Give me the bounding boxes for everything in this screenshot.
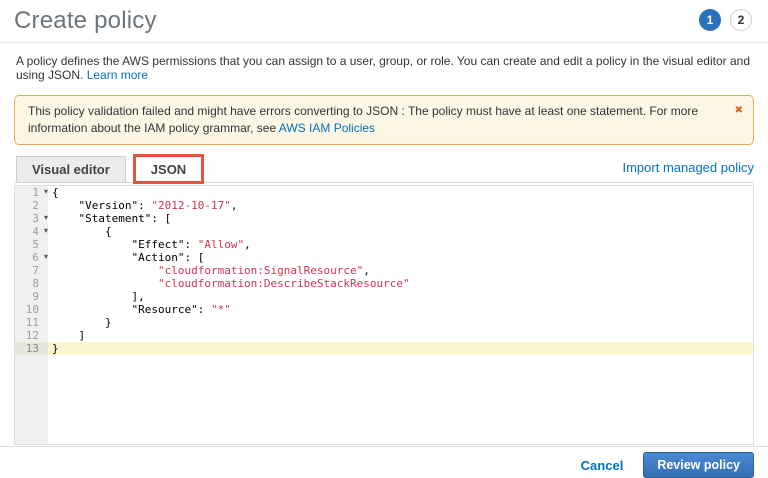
close-icon[interactable]: ✖ bbox=[735, 102, 743, 119]
step-1-badge: 1 bbox=[699, 9, 721, 31]
code-token-string: "cloudformation:SignalResource" bbox=[158, 264, 363, 277]
line-number[interactable]: 10 bbox=[15, 303, 48, 316]
code-token-plain: } bbox=[52, 342, 59, 355]
code-token-plain: "Statement": [ bbox=[52, 212, 171, 225]
cancel-button[interactable]: Cancel bbox=[581, 458, 624, 473]
editor-line[interactable]: 4▾ { bbox=[15, 225, 753, 238]
code-token-plain: "Action": [ bbox=[52, 251, 204, 264]
code-token-plain: } bbox=[52, 316, 112, 329]
code-token-plain: { bbox=[52, 186, 59, 199]
import-managed-policy-link[interactable]: Import managed policy bbox=[622, 160, 754, 175]
line-number[interactable]: 9 bbox=[15, 290, 48, 303]
learn-more-link[interactable]: Learn more bbox=[87, 68, 148, 82]
editor-line[interactable]: 12 ] bbox=[15, 329, 753, 342]
code-token-plain: "Effect": bbox=[52, 238, 198, 251]
code-token-plain: "Version": bbox=[52, 199, 151, 212]
code-line[interactable]: "Statement": [ bbox=[48, 212, 753, 225]
code-token-plain: { bbox=[52, 225, 112, 238]
editor-lines: 1▾ {2 "Version": "2012-10-17",3▾ "Stateme… bbox=[15, 186, 753, 355]
editor-line[interactable]: 9 ], bbox=[15, 290, 753, 303]
line-number[interactable]: 7 bbox=[15, 264, 48, 277]
validation-alert: This policy validation failed and might … bbox=[14, 95, 754, 145]
line-number[interactable]: 4▾ bbox=[15, 225, 48, 238]
code-line[interactable]: "Resource": "*" bbox=[48, 303, 753, 316]
page-title: Create policy bbox=[14, 6, 157, 35]
page-header: Create policy 1 2 bbox=[14, 0, 754, 42]
editor-line[interactable]: 6▾ "Action": [ bbox=[15, 251, 753, 264]
fold-caret-icon[interactable]: ▾ bbox=[44, 185, 48, 198]
page-description: A policy defines the AWS permissions tha… bbox=[16, 54, 752, 82]
code-token-plain: ], bbox=[52, 290, 145, 303]
tab-json[interactable]: JSON bbox=[135, 156, 202, 182]
code-token-plain bbox=[52, 277, 158, 290]
editor-line[interactable]: 3▾ "Statement": [ bbox=[15, 212, 753, 225]
editor-line[interactable]: 5 "Effect": "Allow", bbox=[15, 238, 753, 251]
footer-actions: Cancel Review policy bbox=[0, 446, 768, 478]
editor-line[interactable]: 13} bbox=[15, 342, 753, 355]
code-line[interactable]: "Effect": "Allow", bbox=[48, 238, 753, 251]
code-line[interactable]: ] bbox=[48, 329, 753, 342]
editor-line[interactable]: 7 "cloudformation:SignalResource", bbox=[15, 264, 753, 277]
editor-line[interactable]: 10 "Resource": "*" bbox=[15, 303, 753, 316]
fold-caret-icon[interactable]: ▾ bbox=[44, 211, 48, 224]
code-token-plain: , bbox=[231, 199, 238, 212]
code-line[interactable]: "cloudformation:DescribeStackResource" bbox=[48, 277, 753, 290]
code-line[interactable]: } bbox=[48, 342, 753, 355]
code-line[interactable]: "Action": [ bbox=[48, 251, 753, 264]
line-number[interactable]: 6▾ bbox=[15, 251, 48, 264]
code-token-plain bbox=[52, 264, 158, 277]
code-line[interactable]: "Version": "2012-10-17", bbox=[48, 199, 753, 212]
review-policy-button[interactable]: Review policy bbox=[643, 452, 754, 478]
code-line[interactable]: "cloudformation:SignalResource", bbox=[48, 264, 753, 277]
code-token-string: "Allow" bbox=[198, 238, 244, 251]
step-2-badge: 2 bbox=[730, 9, 752, 31]
create-policy-page: Create policy 1 2 A policy defines the A… bbox=[0, 0, 768, 478]
code-token-plain: , bbox=[244, 238, 251, 251]
line-number[interactable]: 8 bbox=[15, 277, 48, 290]
line-number[interactable]: 13 bbox=[15, 342, 48, 355]
header-divider bbox=[0, 42, 768, 43]
editor-line[interactable]: 2 "Version": "2012-10-17", bbox=[15, 199, 753, 212]
code-token-string: "*" bbox=[211, 303, 231, 316]
editor-tabbar: Visual editor JSON Import managed policy bbox=[14, 156, 754, 183]
json-policy-editor[interactable]: 1▾ {2 "Version": "2012-10-17",3▾ "Stateme… bbox=[14, 185, 754, 445]
code-token-plain: , bbox=[363, 264, 370, 277]
editor-line[interactable]: 8 "cloudformation:DescribeStackResource" bbox=[15, 277, 753, 290]
editor-line[interactable]: 11 } bbox=[15, 316, 753, 329]
fold-caret-icon[interactable]: ▾ bbox=[44, 250, 48, 263]
code-line[interactable]: { bbox=[48, 186, 753, 199]
code-line[interactable]: { bbox=[48, 225, 753, 238]
code-line[interactable]: ], bbox=[48, 290, 753, 303]
aws-iam-policies-link[interactable]: AWS IAM Policies bbox=[279, 121, 375, 135]
code-line[interactable]: } bbox=[48, 316, 753, 329]
code-token-string: "cloudformation:DescribeStackResource" bbox=[158, 277, 410, 290]
tab-visual-editor[interactable]: Visual editor bbox=[16, 156, 126, 182]
code-token-string: "2012-10-17" bbox=[151, 199, 230, 212]
step-indicator: 1 2 bbox=[699, 6, 754, 31]
code-token-plain: ] bbox=[52, 329, 85, 342]
code-token-plain: "Resource": bbox=[52, 303, 211, 316]
editor-line[interactable]: 1▾ { bbox=[15, 186, 753, 199]
line-number[interactable]: 11 bbox=[15, 316, 48, 329]
line-number[interactable]: 12 bbox=[15, 329, 48, 342]
line-number[interactable]: 1▾ bbox=[15, 186, 48, 199]
fold-caret-icon[interactable]: ▾ bbox=[44, 224, 48, 237]
